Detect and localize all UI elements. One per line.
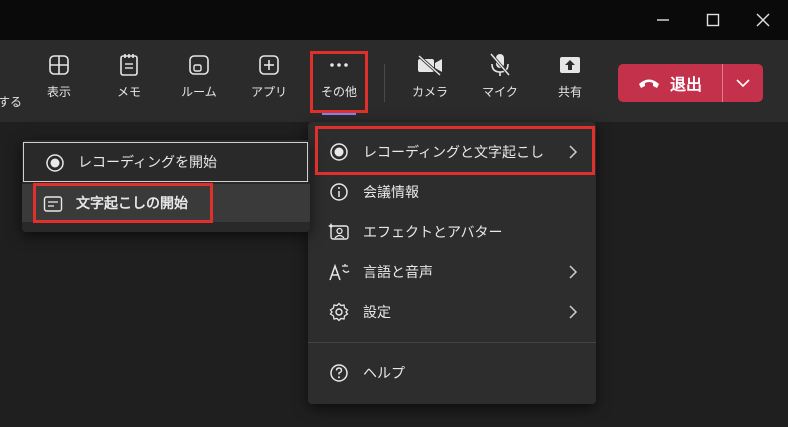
- menu-item-label: 設定: [363, 305, 391, 321]
- menu-item-meeting-info[interactable]: 会議情報: [308, 172, 596, 212]
- camera-off-icon: [417, 54, 442, 76]
- chevron-right-icon: [569, 145, 578, 159]
- submenu-item-start-recording[interactable]: レコーディングを開始: [23, 142, 308, 182]
- close-icon: [756, 13, 770, 27]
- mic-label: マイク: [482, 85, 518, 99]
- menu-item-help[interactable]: ヘルプ: [308, 353, 596, 393]
- submenu-item-label: レコーディングを開始: [78, 155, 218, 171]
- rooms-button[interactable]: ルーム: [169, 52, 229, 112]
- menu-item-label: エフェクトとアバター: [363, 225, 503, 241]
- leave-button-group: 退出: [618, 64, 763, 102]
- camera-label: カメラ: [411, 85, 448, 99]
- info-icon: [330, 183, 348, 201]
- record-icon: [330, 143, 348, 161]
- camera-button[interactable]: カメラ: [400, 52, 460, 112]
- apps-button[interactable]: アプリ: [239, 52, 299, 112]
- grid-view-icon: [49, 55, 69, 75]
- submenu-item-start-transcription[interactable]: 文字起こしの開始: [22, 184, 310, 222]
- leave-button[interactable]: 退出: [618, 64, 722, 102]
- more-dots-icon: [330, 63, 348, 67]
- leave-options-button[interactable]: [723, 64, 763, 102]
- menu-item-label: レコーディングと文字起こし: [363, 145, 545, 161]
- title-bar: [0, 0, 788, 40]
- language-icon: [329, 263, 350, 281]
- more-active-indicator: [322, 113, 356, 115]
- gear-icon: [329, 302, 349, 322]
- submenu-item-label: 文字起こしの開始: [76, 196, 188, 212]
- menu-item-label: 会議情報: [363, 185, 419, 201]
- view-label: 表示: [46, 85, 71, 99]
- hang-up-icon: [638, 79, 659, 88]
- rooms-label: ルーム: [181, 85, 217, 99]
- chevron-right-icon: [569, 305, 578, 319]
- toolbar-divider: [384, 64, 385, 102]
- share-button[interactable]: 共有: [540, 52, 600, 112]
- chevron-right-icon: [569, 265, 578, 279]
- menu-item-language-speech[interactable]: 言語と音声: [308, 252, 596, 292]
- share-label: 共有: [557, 85, 582, 99]
- add-app-icon: [259, 55, 279, 75]
- help-icon: [330, 364, 348, 382]
- chevron-down-icon: [736, 79, 750, 88]
- menu-item-settings[interactable]: 設定: [308, 292, 596, 332]
- notes-button[interactable]: メモ: [99, 52, 159, 112]
- maximize-button[interactable]: [690, 0, 736, 40]
- recording-submenu: レコーディングを開始 文字起こしの開始: [22, 140, 310, 232]
- leave-label: 退出: [669, 75, 702, 94]
- minimize-button[interactable]: [640, 0, 686, 40]
- partial-toolbar-label: する: [0, 95, 23, 109]
- share-screen-icon: [560, 57, 580, 73]
- view-button[interactable]: 表示: [29, 52, 89, 112]
- mic-off-icon: [489, 53, 511, 76]
- menu-item-recording-transcription[interactable]: レコーディングと文字起こし: [308, 132, 596, 172]
- effects-icon: [328, 223, 349, 240]
- notes-label: メモ: [116, 85, 141, 99]
- mic-button[interactable]: マイク: [470, 52, 530, 112]
- transcript-icon: [43, 196, 63, 212]
- menu-item-label: ヘルプ: [363, 366, 405, 382]
- more-button[interactable]: その他: [309, 52, 369, 112]
- breakout-rooms-icon: [189, 55, 209, 75]
- notes-icon: [120, 54, 138, 76]
- maximize-icon: [706, 13, 720, 27]
- minimize-icon: [657, 19, 669, 21]
- close-window-button[interactable]: [740, 0, 786, 40]
- apps-label: アプリ: [250, 85, 287, 99]
- menu-item-effects-avatars[interactable]: エフェクトとアバター: [308, 212, 596, 252]
- more-options-menu: レコーディングと文字起こし 会議情報 エフェクトとアバター 言語と音声 設定 ヘ…: [308, 122, 596, 404]
- menu-separator: [308, 342, 596, 343]
- record-icon: [46, 154, 64, 172]
- more-label: その他: [320, 85, 357, 99]
- menu-item-label: 言語と音声: [363, 265, 433, 281]
